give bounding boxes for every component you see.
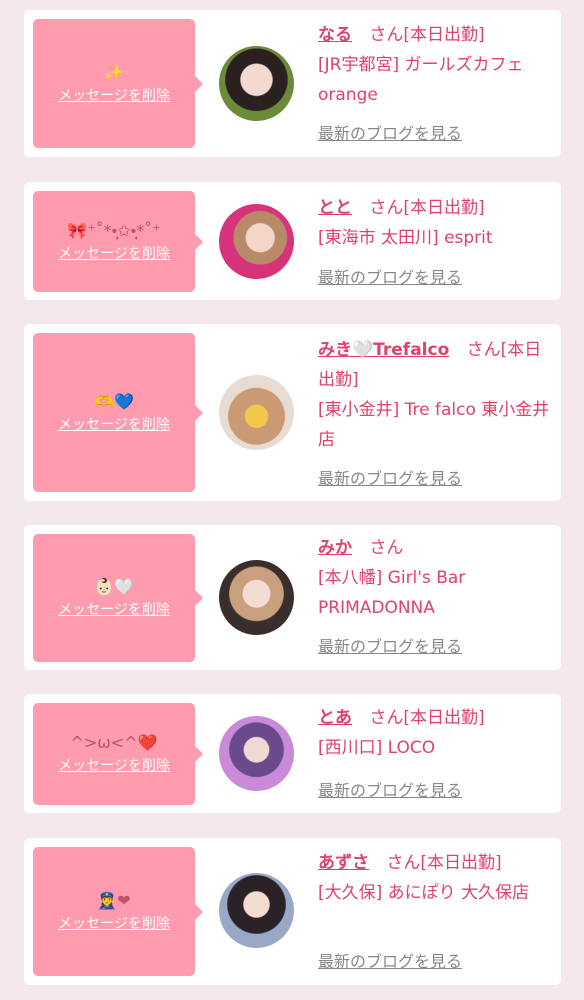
message-bubble: 👮‍♀️❤ メッセージを削除 xyxy=(33,847,203,976)
san-suffix: さん xyxy=(466,340,501,360)
message-bubble: 🎀⁺˚*•̩̩͙✩•̩̩͙*˚⁺ メッセージを削除 xyxy=(33,191,203,292)
san-suffix: さん xyxy=(369,708,404,728)
delete-message-link[interactable]: メッセージを削除 xyxy=(58,244,170,264)
message-card: 👮‍♀️❤ メッセージを削除 あずさ さん[本日出勤] [大久保] あにぽり 大… xyxy=(24,838,561,985)
shop-name: [東海市 太田川] esprit xyxy=(318,228,493,248)
san-suffix: さん xyxy=(369,25,404,45)
latest-blog-link[interactable]: 最新のブログを見る xyxy=(318,636,462,658)
card-info: あずさ さん[本日出勤] [大久保] あにぽり 大久保店 xyxy=(318,848,558,908)
avatar[interactable] xyxy=(219,375,294,450)
card-info: なる さん[本日出勤] [JR宇都宮] ガールズカフェ orange xyxy=(318,20,558,110)
avatar[interactable] xyxy=(219,46,294,121)
message-card: ^>ω<^❤️ メッセージを削除 とあ さん[本日出勤] [西川口] LOCO … xyxy=(24,694,561,813)
name-line: あずさ さん[本日出勤] xyxy=(318,848,558,878)
message-emoji: ^>ω<^❤️ xyxy=(70,733,158,752)
card-info: とと さん[本日出勤] [東海市 太田川] esprit xyxy=(318,193,558,253)
shop-name: [本八幡] Girl's Bar PRIMADONNA xyxy=(318,568,466,618)
delete-message-link[interactable]: メッセージを削除 xyxy=(58,914,170,934)
shop-name: [西川口] LOCO xyxy=(318,738,436,758)
delete-message-link[interactable]: メッセージを削除 xyxy=(58,600,170,620)
latest-blog-link[interactable]: 最新のブログを見る xyxy=(318,468,462,490)
avatar[interactable] xyxy=(219,716,294,791)
delete-message-link[interactable]: メッセージを削除 xyxy=(58,415,170,435)
card-info: とあ さん[本日出勤] [西川口] LOCO xyxy=(318,703,558,763)
latest-blog-link[interactable]: 最新のブログを見る xyxy=(318,123,462,145)
message-card: 🎀⁺˚*•̩̩͙✩•̩̩͙*˚⁺ メッセージを削除 とと さん[本日出勤] [東… xyxy=(24,182,561,300)
card-info: みき🤍Trefalco さん[本日出勤] [東小金井] Tre falco 東小… xyxy=(318,335,558,455)
cast-name-link[interactable]: とと xyxy=(318,198,352,218)
delete-message-link[interactable]: メッセージを削除 xyxy=(58,756,170,776)
message-bubble: ^>ω<^❤️ メッセージを削除 xyxy=(33,703,203,805)
cast-name-link[interactable]: みき🤍Trefalco xyxy=(318,340,449,360)
message-bubble: 👶🏻🤍 メッセージを削除 xyxy=(33,534,203,662)
status-text: [本日出勤] xyxy=(403,25,485,45)
status-text: [本日出勤] xyxy=(403,198,485,218)
card-info: みか さん [本八幡] Girl's Bar PRIMADONNA xyxy=(318,533,558,623)
cast-name-link[interactable]: あずさ xyxy=(318,853,369,873)
message-bubble: 🫶💙 メッセージを削除 xyxy=(33,333,203,492)
message-emoji: 👮‍♀️❤ xyxy=(97,890,131,910)
avatar[interactable] xyxy=(219,873,294,948)
name-line: みか さん xyxy=(318,533,558,563)
latest-blog-link[interactable]: 最新のブログを見る xyxy=(318,267,462,289)
san-suffix: さん xyxy=(369,198,404,218)
message-card: ✨ メッセージを削除 なる さん[本日出勤] [JR宇都宮] ガールズカフェ o… xyxy=(24,10,561,157)
message-emoji: 🎀⁺˚*•̩̩͙✩•̩̩͙*˚⁺ xyxy=(67,220,161,240)
latest-blog-link[interactable]: 最新のブログを見る xyxy=(318,951,462,973)
san-suffix: さん xyxy=(386,853,421,873)
shop-name: [東小金井] Tre falco 東小金井店 xyxy=(318,400,550,450)
cast-name-link[interactable]: とあ xyxy=(318,708,352,728)
shop-name: [大久保] あにぽり 大久保店 xyxy=(318,883,530,903)
name-line: とと さん[本日出勤] xyxy=(318,193,558,223)
latest-blog-link[interactable]: 最新のブログを見る xyxy=(318,780,462,802)
san-suffix: さん xyxy=(369,538,404,558)
message-emoji: 👶🏻🤍 xyxy=(94,577,134,596)
cast-name-link[interactable]: みか xyxy=(318,538,352,558)
message-card: 🫶💙 メッセージを削除 みき🤍Trefalco さん[本日出勤] [東小金井] … xyxy=(24,324,561,501)
message-bubble: ✨ メッセージを削除 xyxy=(33,19,203,148)
status-text: [本日出勤] xyxy=(403,708,485,728)
name-line: とあ さん[本日出勤] xyxy=(318,703,558,733)
avatar[interactable] xyxy=(219,560,294,635)
message-emoji: ✨ xyxy=(104,62,124,82)
cast-name-link[interactable]: なる xyxy=(318,25,352,45)
name-line: みき🤍Trefalco さん[本日出勤] xyxy=(318,335,558,395)
shop-name: [JR宇都宮] ガールズカフェ orange xyxy=(318,55,524,105)
status-text: [本日出勤] xyxy=(420,853,502,873)
message-card: 👶🏻🤍 メッセージを削除 みか さん [本八幡] Girl's Bar PRIM… xyxy=(24,525,561,670)
delete-message-link[interactable]: メッセージを削除 xyxy=(58,86,170,106)
name-line: なる さん[本日出勤] xyxy=(318,20,558,50)
message-emoji: 🫶💙 xyxy=(94,391,134,411)
avatar[interactable] xyxy=(219,204,294,279)
